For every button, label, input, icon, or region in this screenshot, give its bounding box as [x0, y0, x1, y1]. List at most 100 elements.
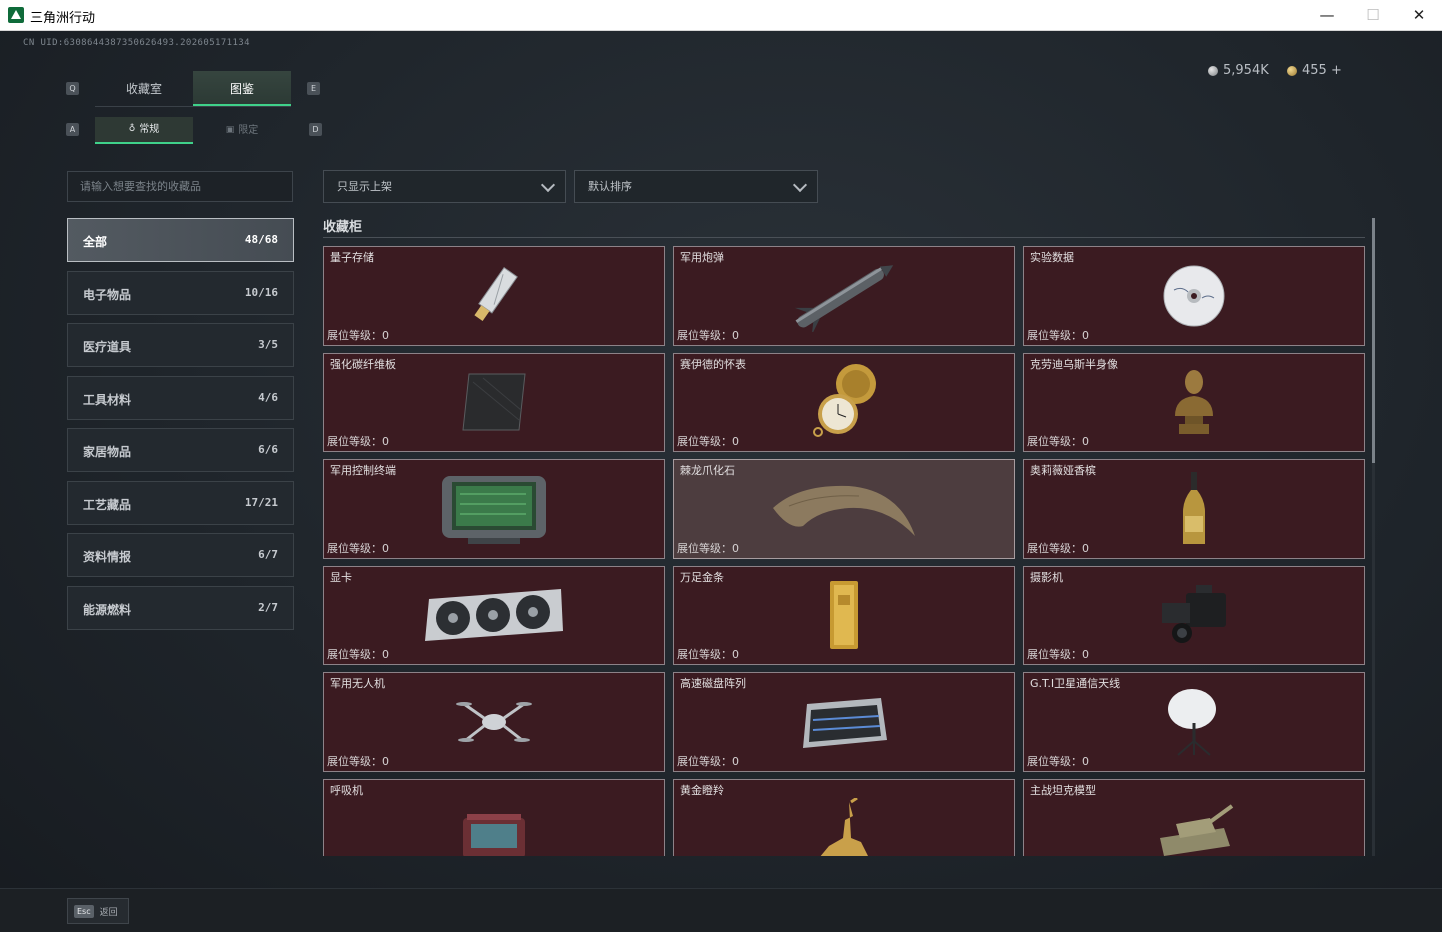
item-level: 展位等级：0 — [1027, 435, 1089, 448]
ventilator-icon — [463, 814, 525, 856]
grid-scrollbar[interactable] — [1372, 218, 1375, 856]
sort-value: 默认排序 — [588, 180, 632, 193]
chevron-down-icon — [792, 177, 808, 193]
item-level: 展位等级：0 — [327, 328, 389, 342]
collection-grid: 量子存储 展位等级：0 军用炮弹 展位等级：0 实验数据 展位等级：0 强化碳纤… — [323, 246, 1365, 856]
camera-icon — [1162, 585, 1226, 644]
sort-dropdown[interactable]: 默认排序 — [574, 170, 818, 203]
item-level: 展位等级：0 — [327, 541, 389, 555]
category-intel[interactable]: 资料情报 6/7 — [67, 533, 294, 577]
category-electronics[interactable]: 电子物品 10/16 — [67, 270, 294, 315]
gold-currency[interactable]: 455 + — [1287, 63, 1342, 78]
player-uid: CN UID:6308644387350626493.202605171134 — [23, 38, 250, 48]
item-name: 呼吸机 — [330, 783, 363, 797]
item-name: 强化碳纤维板 — [330, 357, 396, 371]
category-list: 全部 48/68 电子物品 10/16 医疗道具 3/5 工具材料 4/6 家居… — [67, 218, 294, 638]
satellite-dish-icon — [1168, 688, 1216, 756]
category-name: 资料情报 — [83, 550, 132, 564]
minimize-button[interactable]: — — [1304, 0, 1350, 31]
champagne-icon — [1183, 471, 1205, 544]
tab-codex[interactable]: 图鉴 — [193, 71, 291, 106]
item-name: 实验数据 — [1030, 251, 1074, 264]
category-household[interactable]: 家居物品 6/6 — [67, 428, 294, 472]
regular-icon: ♁ — [128, 124, 136, 134]
item-card[interactable]: 棘龙爪化石 展位等级：0 — [673, 459, 1015, 559]
section-divider — [323, 237, 1365, 238]
back-button[interactable]: Esc 返回 — [67, 898, 129, 924]
category-count: 17/21 — [244, 495, 278, 509]
category-name: 医疗道具 — [83, 340, 132, 354]
item-card[interactable]: 万足金条 展位等级：0 — [673, 565, 1015, 665]
item-name: 黄金瞪羚 — [680, 783, 724, 797]
item-name: 赛伊德的怀表 — [680, 357, 746, 371]
item-card[interactable]: 赛伊德的怀表 展位等级：0 — [673, 352, 1015, 452]
item-card[interactable]: 军用炮弹 展位等级：0 — [673, 246, 1015, 346]
missile-icon — [794, 265, 894, 332]
item-name: 军用控制终端 — [330, 464, 396, 477]
gold-bar-icon — [830, 581, 858, 650]
category-all[interactable]: 全部 48/68 — [67, 218, 294, 262]
section-title: 收藏柜 — [323, 220, 363, 235]
gold-gazelle-icon — [820, 798, 868, 856]
back-label: 返回 — [99, 907, 118, 918]
item-level: 展位等级：0 — [1027, 754, 1089, 768]
item-name: 棘龙爪化石 — [680, 464, 735, 477]
item-name: 克劳迪乌斯半身像 — [1030, 357, 1118, 371]
collection-search-input[interactable]: 请输入想要查找的收藏品 — [67, 171, 293, 202]
category-count: 2/7 — [258, 600, 278, 614]
maximize-button[interactable]: ☐ — [1350, 0, 1396, 31]
item-level: 展位等级：0 — [1027, 648, 1089, 661]
category-count: 10/16 — [244, 285, 278, 299]
item-name: 军用无人机 — [330, 677, 385, 690]
item-card[interactable]: 奥莉薇娅香槟 展位等级：0 — [1023, 459, 1365, 559]
item-card[interactable]: 摄影机 展位等级：0 — [1023, 565, 1365, 665]
disk-array-icon — [803, 697, 887, 748]
item-card[interactable]: 显卡 展位等级：0 — [323, 565, 665, 665]
item-card[interactable]: 呼吸机 展位等级： — [323, 778, 665, 856]
item-name: 高速磁盘阵列 — [680, 677, 746, 690]
category-name: 全部 — [83, 235, 108, 249]
carbon-plate-icon — [462, 373, 526, 431]
item-level: 展位等级：0 — [677, 754, 739, 768]
app-logo-icon — [8, 7, 24, 23]
item-card[interactable]: 军用控制终端 展位等级：0 — [323, 459, 665, 559]
key-hint-e: E — [307, 82, 320, 95]
scroll-thumb[interactable] — [1372, 218, 1375, 463]
item-card[interactable]: 高速磁盘阵列 展位等级：0 — [673, 672, 1015, 772]
category-crafts[interactable]: 工艺藏品 17/21 — [67, 480, 294, 525]
item-card[interactable]: G.T.I卫星通信天线 展位等级：0 — [1023, 672, 1365, 772]
item-name: 万足金条 — [680, 570, 724, 584]
tab-collection-room[interactable]: 收藏室 — [95, 71, 193, 106]
category-medical[interactable]: 医疗道具 3/5 — [67, 323, 294, 367]
window-titlebar: 三角洲行动 — ☐ ✕ — [0, 0, 1442, 31]
shelf-filter-dropdown[interactable]: 只显示上架 — [323, 170, 566, 203]
item-card[interactable]: 军用无人机 展位等级：0 — [323, 672, 665, 772]
category-name: 工艺藏品 — [83, 497, 132, 512]
item-level: 展位等级：0 — [677, 541, 739, 555]
subtab-regular[interactable]: ♁ 常规 — [95, 117, 193, 144]
item-card[interactable]: 强化碳纤维板 展位等级：0 — [323, 352, 665, 452]
category-count: 6/6 — [258, 443, 278, 456]
item-card[interactable]: 实验数据 展位等级：0 — [1023, 246, 1365, 346]
category-name: 家居物品 — [83, 445, 132, 459]
disc-icon — [1163, 265, 1225, 327]
subtab-limited[interactable]: ▣ 限定 — [193, 117, 291, 144]
category-count: 3/5 — [258, 338, 278, 351]
bust-icon — [1175, 370, 1213, 435]
item-level: 展位等级：0 — [327, 435, 389, 448]
drone-icon — [456, 701, 532, 742]
item-level: 展位等级：0 — [677, 648, 739, 661]
category-tools[interactable]: 工具材料 4/6 — [67, 375, 294, 420]
claw-fossil-icon — [773, 485, 915, 536]
sub-tabs: ♁ 常规 ▣ 限定 — [95, 117, 291, 144]
item-card[interactable]: 量子存储 展位等级：0 — [323, 246, 665, 346]
chevron-down-icon — [540, 177, 556, 193]
silver-currency: 5,954K — [1208, 63, 1269, 78]
item-card[interactable]: 克劳迪乌斯半身像 展位等级：0 — [1023, 352, 1365, 452]
close-button[interactable]: ✕ — [1396, 0, 1442, 31]
category-energy[interactable]: 能源燃料 2/7 — [67, 585, 294, 630]
gpu-icon — [425, 589, 563, 642]
esc-key-hint: Esc — [74, 904, 94, 918]
item-card[interactable]: 黄金瞪羚 展位等级： — [673, 778, 1015, 856]
item-card[interactable]: 主战坦克模型 展位等级： — [1023, 778, 1365, 856]
